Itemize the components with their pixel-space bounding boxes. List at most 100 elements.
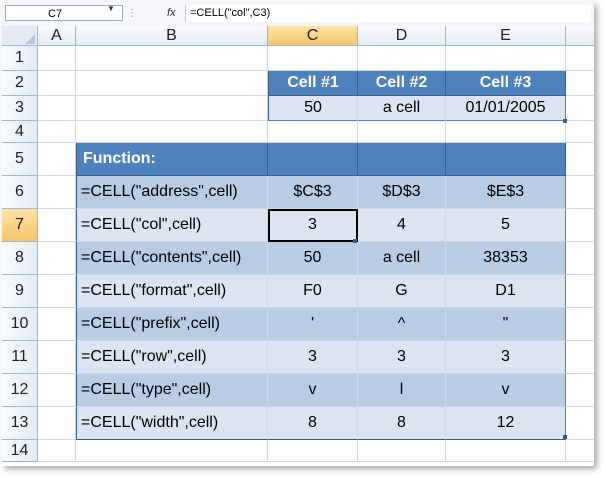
cell-b13[interactable]: =CELL("width",cell) xyxy=(76,407,268,440)
cell-d3[interactable]: a cell xyxy=(358,96,446,121)
column-header-c[interactable]: C xyxy=(268,26,358,46)
cell-e6[interactable]: $E$3 xyxy=(446,176,566,209)
cell-c8[interactable]: 50 xyxy=(268,242,358,275)
cell-b12[interactable]: =CELL("type",cell) xyxy=(76,374,268,407)
row-header-3[interactable]: 3 xyxy=(2,96,38,121)
cell-b4[interactable] xyxy=(76,121,268,143)
cell-b9[interactable]: =CELL("format",cell) xyxy=(76,275,268,308)
cell-f13[interactable] xyxy=(566,407,594,440)
formula-input[interactable]: =CELL("col",C3) xyxy=(185,5,591,22)
column-header-e[interactable]: E xyxy=(446,26,566,46)
cell-c10[interactable]: ' xyxy=(268,308,358,341)
row-header-14[interactable]: 14 xyxy=(2,440,38,462)
cell-b11[interactable]: =CELL("row",cell) xyxy=(76,341,268,374)
cell-d5[interactable] xyxy=(358,143,446,176)
cell-f14[interactable] xyxy=(566,440,594,462)
cell-a4[interactable] xyxy=(38,121,76,143)
row-header-7[interactable]: 7 xyxy=(2,209,38,242)
row-header-9[interactable]: 9 xyxy=(2,275,38,308)
cell-c13[interactable]: 8 xyxy=(268,407,358,440)
cell-c2[interactable]: Cell #1 xyxy=(268,71,358,96)
cell-b6[interactable]: =CELL("address",cell) xyxy=(76,176,268,209)
cell-b14[interactable] xyxy=(76,440,268,462)
cell-b7[interactable]: =CELL("col",cell) xyxy=(76,209,268,242)
cell-e11[interactable]: 3 xyxy=(446,341,566,374)
cell-a12[interactable] xyxy=(38,374,76,407)
row-header-2[interactable]: 2 xyxy=(2,71,38,96)
cell-c14[interactable] xyxy=(268,440,358,462)
cell-f2[interactable] xyxy=(566,71,594,96)
cell-d14[interactable] xyxy=(358,440,446,462)
cell-a14[interactable] xyxy=(38,440,76,462)
column-header-b[interactable]: B xyxy=(76,26,268,46)
insert-function-icon[interactable]: fx xyxy=(167,5,176,22)
cell-d4[interactable] xyxy=(358,121,446,143)
row-header-10[interactable]: 10 xyxy=(2,308,38,341)
cell-b5[interactable]: Function: xyxy=(76,143,268,176)
cell-f6[interactable] xyxy=(566,176,594,209)
cell-c7-active[interactable]: 3 xyxy=(268,209,358,242)
cell-d10[interactable]: ^ xyxy=(358,308,446,341)
cell-d8[interactable]: a cell xyxy=(358,242,446,275)
cell-a7[interactable] xyxy=(38,209,76,242)
row-header-5[interactable]: 5 xyxy=(2,143,38,176)
table-resize-handle[interactable] xyxy=(563,119,567,123)
cell-c1[interactable] xyxy=(268,46,358,71)
cell-b1[interactable] xyxy=(76,46,268,71)
cell-d9[interactable]: G xyxy=(358,275,446,308)
cell-f5[interactable] xyxy=(566,143,594,176)
cell-b3[interactable] xyxy=(76,96,268,121)
cell-c12[interactable]: v xyxy=(268,374,358,407)
cell-e2[interactable]: Cell #3 xyxy=(446,71,566,96)
cell-e7[interactable]: 5 xyxy=(446,209,566,242)
cell-e10[interactable]: " xyxy=(446,308,566,341)
cell-c5[interactable] xyxy=(268,143,358,176)
cell-e13[interactable]: 12 xyxy=(446,407,566,440)
cell-c6[interactable]: $C$3 xyxy=(268,176,358,209)
cell-e1[interactable] xyxy=(446,46,566,71)
row-header-8[interactable]: 8 xyxy=(2,242,38,275)
cell-e3[interactable]: 01/01/2005 xyxy=(446,96,566,121)
cell-f12[interactable] xyxy=(566,374,594,407)
cell-a6[interactable] xyxy=(38,176,76,209)
row-header-6[interactable]: 6 xyxy=(2,176,38,209)
cell-a11[interactable] xyxy=(38,341,76,374)
cell-f9[interactable] xyxy=(566,275,594,308)
cell-b8[interactable]: =CELL("contents",cell) xyxy=(76,242,268,275)
cell-f1[interactable] xyxy=(566,46,594,71)
cell-d11[interactable]: 3 xyxy=(358,341,446,374)
cell-a10[interactable] xyxy=(38,308,76,341)
column-header-f[interactable] xyxy=(566,26,594,46)
cell-e9[interactable]: D1 xyxy=(446,275,566,308)
cell-e5[interactable] xyxy=(446,143,566,176)
cell-a5[interactable] xyxy=(38,143,76,176)
chevron-down-icon[interactable]: ▼ xyxy=(107,4,115,13)
cell-e14[interactable] xyxy=(446,440,566,462)
fill-handle[interactable] xyxy=(353,239,357,243)
cell-d6[interactable]: $D$3 xyxy=(358,176,446,209)
cell-f4[interactable] xyxy=(566,121,594,143)
cell-d7[interactable]: 4 xyxy=(358,209,446,242)
cell-c9[interactable]: F0 xyxy=(268,275,358,308)
column-header-d[interactable]: D xyxy=(358,26,446,46)
cell-b2[interactable] xyxy=(76,71,268,96)
cell-f10[interactable] xyxy=(566,308,594,341)
cell-f8[interactable] xyxy=(566,242,594,275)
cell-e12[interactable]: v xyxy=(446,374,566,407)
name-box[interactable]: C7 xyxy=(5,5,123,21)
column-header-a[interactable]: A xyxy=(38,26,76,46)
cell-d1[interactable] xyxy=(358,46,446,71)
cell-a2[interactable] xyxy=(38,71,76,96)
table-resize-handle-lower[interactable] xyxy=(563,435,567,439)
row-header-13[interactable]: 13 xyxy=(2,407,38,440)
cell-f3[interactable] xyxy=(566,96,594,121)
row-header-4[interactable]: 4 xyxy=(2,121,38,143)
cell-f7[interactable] xyxy=(566,209,594,242)
row-header-1[interactable]: 1 xyxy=(2,46,38,71)
cell-d2[interactable]: Cell #2 xyxy=(358,71,446,96)
cell-b10[interactable]: =CELL("prefix",cell) xyxy=(76,308,268,341)
select-all-corner[interactable] xyxy=(2,26,38,46)
row-header-11[interactable]: 11 xyxy=(2,341,38,374)
cell-a3[interactable] xyxy=(38,96,76,121)
cell-d12[interactable]: l xyxy=(358,374,446,407)
